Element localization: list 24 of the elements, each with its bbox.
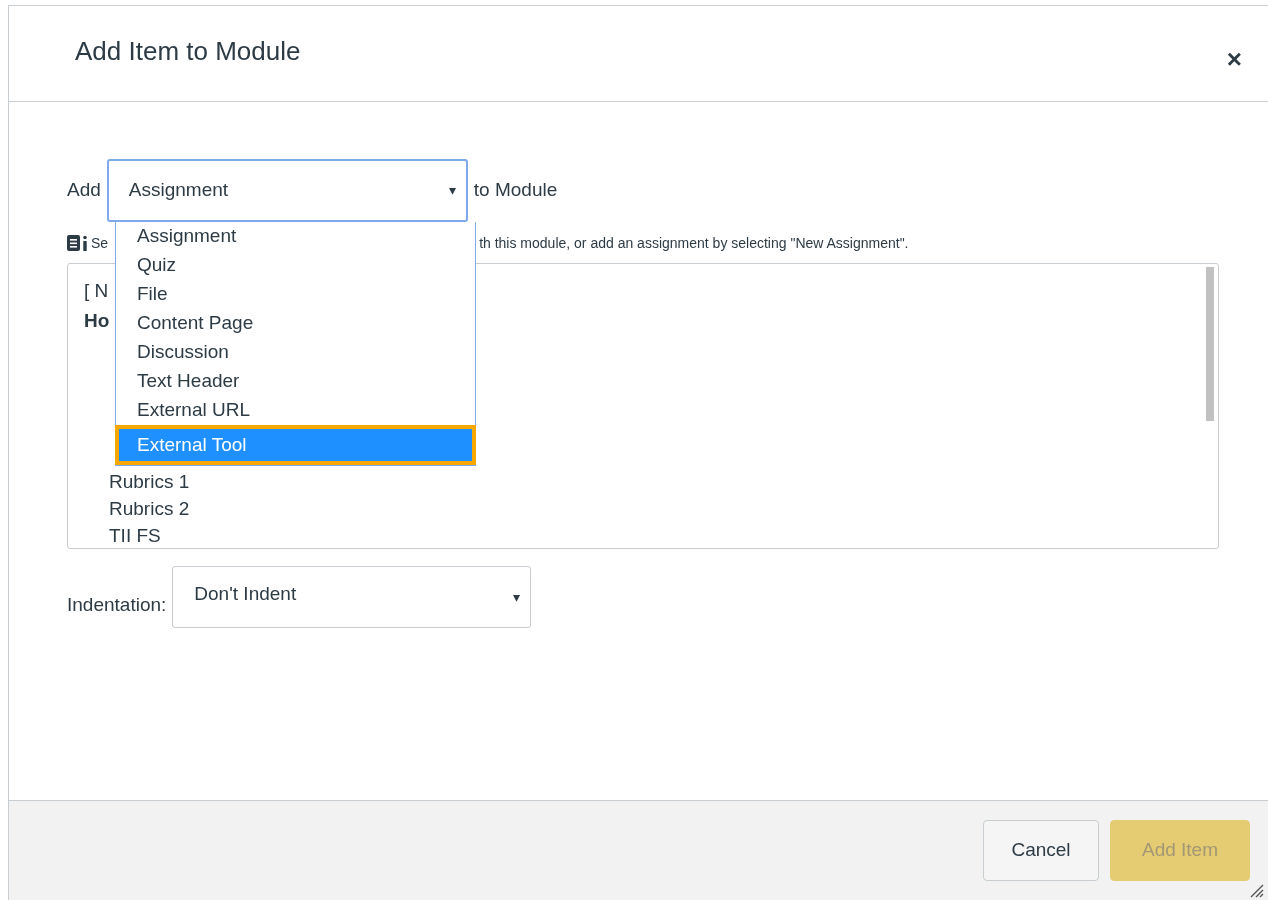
- dropdown-option[interactable]: Text Header: [116, 367, 475, 396]
- dialog-title: Add Item to Module: [75, 34, 301, 68]
- document-info-icon: [67, 235, 89, 251]
- dropdown-option[interactable]: Content Page: [116, 309, 475, 338]
- scrollbar[interactable]: [1206, 267, 1214, 421]
- dropdown-option[interactable]: Discussion: [116, 338, 475, 367]
- list-item[interactable]: [ N: [84, 276, 109, 306]
- hint-text: Se: [91, 233, 109, 253]
- add-label: Add: [67, 178, 101, 203]
- dropdown-option[interactable]: File: [116, 280, 475, 309]
- list-item[interactable]: TII FS: [84, 522, 161, 548]
- list-item[interactable]: Rubrics 1: [84, 468, 190, 495]
- dropdown-option[interactable]: Quiz: [116, 251, 475, 280]
- hint-text: th this module, or add an assignment by selecting "New Assignment".: [479, 233, 909, 253]
- indentation-select[interactable]: Don't Indent ▾: [172, 566, 532, 628]
- cancel-button[interactable]: Cancel: [983, 820, 1099, 881]
- to-module-label: to Module: [473, 178, 558, 203]
- dropdown-option[interactable]: External URL: [116, 396, 475, 425]
- close-button[interactable]: ×: [1226, 45, 1242, 72]
- list-item[interactable]: Ho: [84, 305, 110, 335]
- list-item[interactable]: Rubrics 2: [84, 495, 190, 522]
- indentation-label: Indentation:: [67, 592, 167, 617]
- item-type-select[interactable]: Assignment ▾: [106, 159, 468, 222]
- dropdown-option[interactable]: Assignment: [116, 222, 475, 251]
